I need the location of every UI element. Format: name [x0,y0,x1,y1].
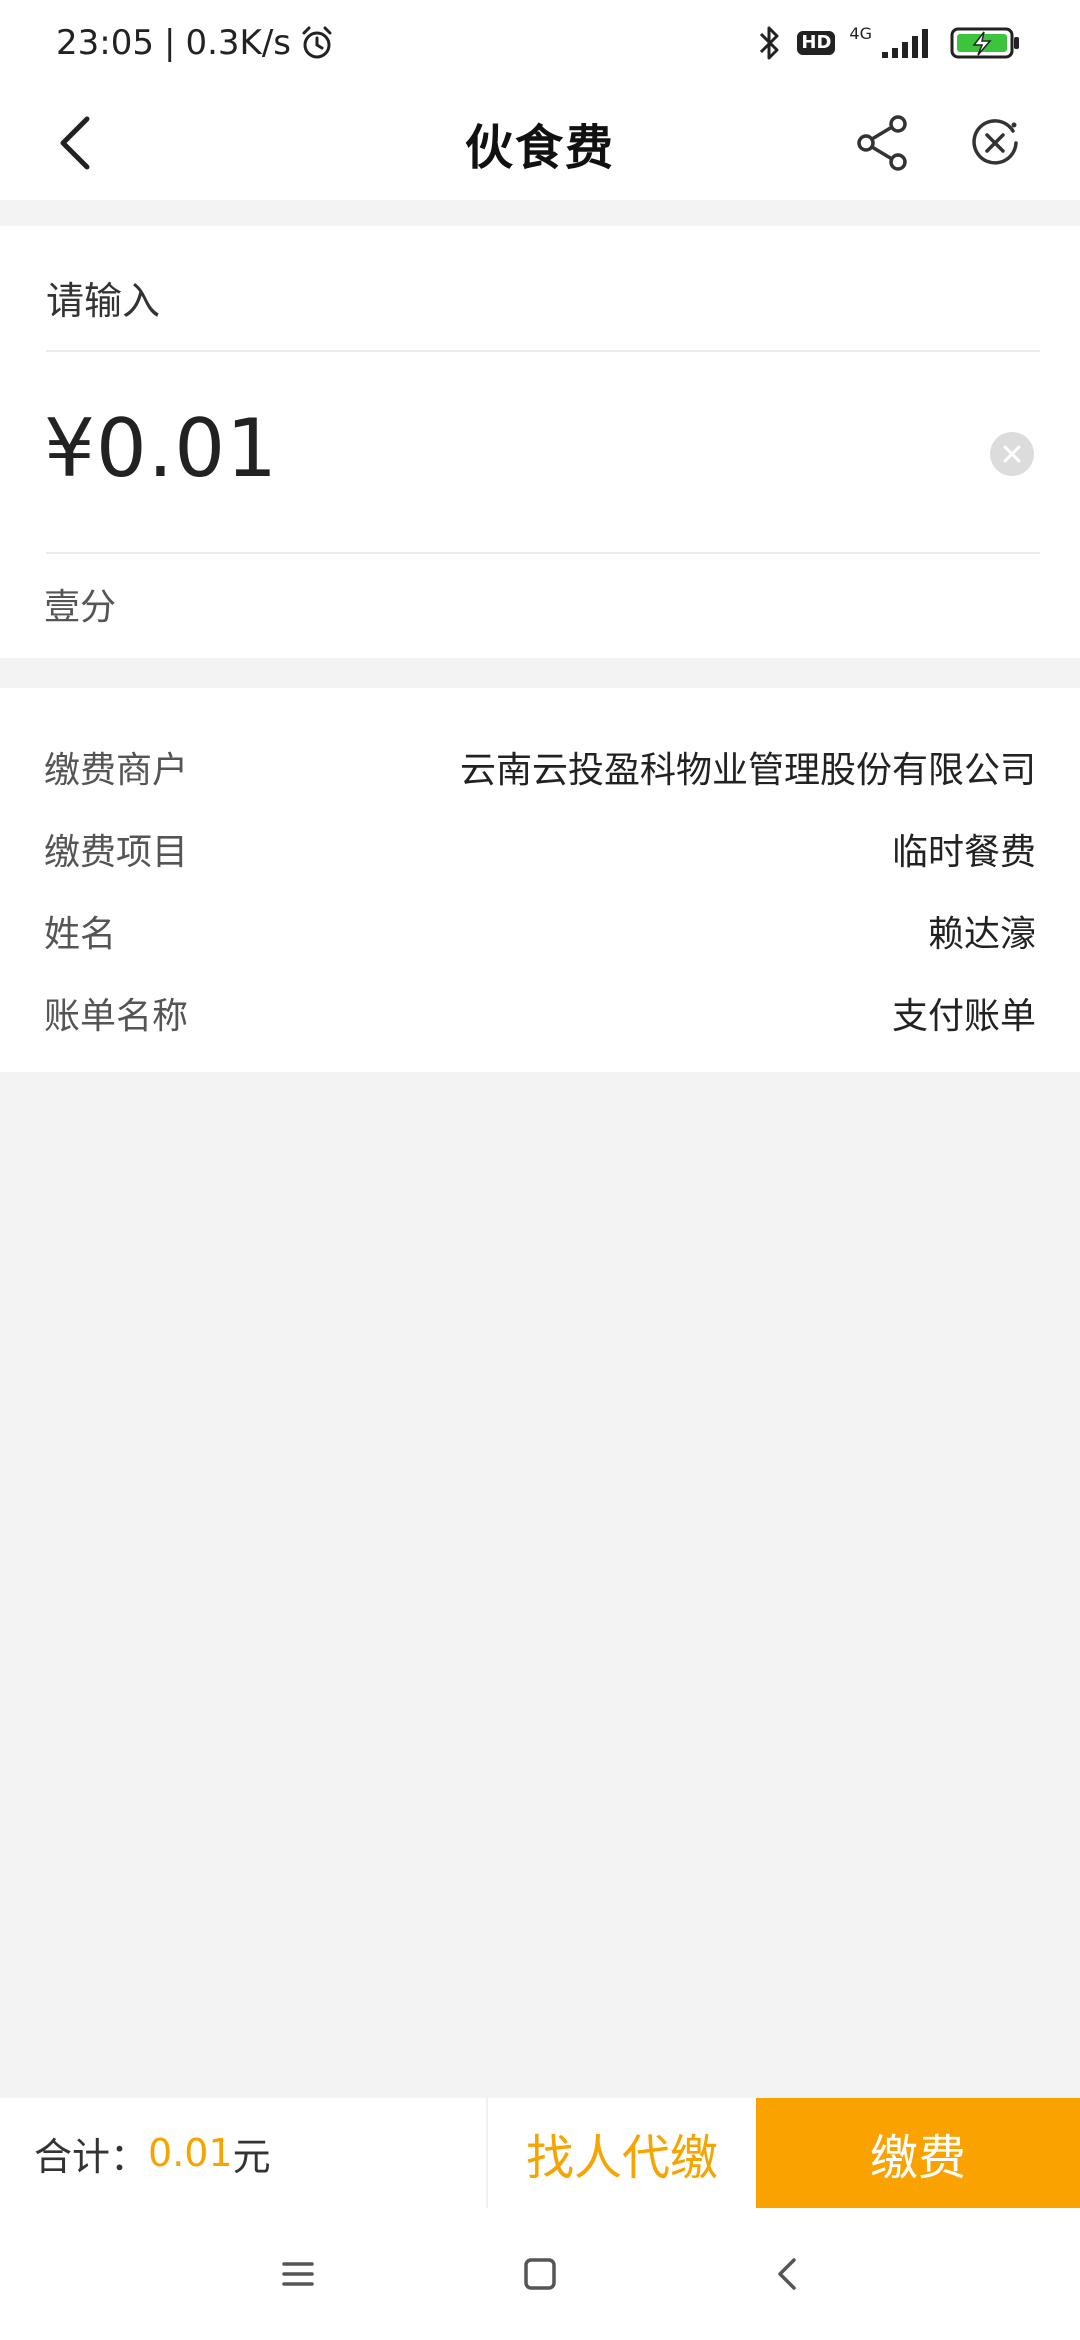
status-left: 23:05 | 0.3K/s [56,23,335,63]
menu-icon [282,2262,314,2286]
home-button[interactable] [510,2244,570,2304]
nav-bar: 伙食费 [0,86,1080,200]
clear-icon [1003,445,1021,463]
page-title: 伙食费 [464,120,615,176]
proxy-pay-button[interactable]: 找人代缴 [488,2098,756,2208]
detail-value: 临时餐费 [891,832,1036,873]
status-right: HD 4G [755,23,1022,63]
detail-row: 缴费商户 云南云投盈科物业管理股份有限公司 [44,726,1036,808]
payment-input-card: ¥0.01 壹分 [0,226,1080,658]
detail-row: 缴费项目 临时餐费 [44,808,1036,890]
screen: 23:05 | 0.3K/s HD 4G 伙食费 请输入 ¥0.01 壹分 缴费… [0,0,1080,2340]
hd-badge: HD [797,31,836,55]
detail-label: 姓名 [44,914,117,955]
menu-button[interactable] [268,2244,328,2304]
system-back-button[interactable] [758,2244,818,2304]
total-amount: 0.01 [148,2131,233,2175]
bill-details-card: 缴费商户 云南云投盈科物业管理股份有限公司 缴费项目 临时餐费 姓名 赖达濠 账… [0,688,1080,1072]
back-button[interactable] [40,108,110,178]
detail-value: 支付账单 [891,996,1036,1037]
total-unit: 元 [232,2134,271,2179]
detail-value: 赖达濠 [927,914,1036,955]
status-time: 23:05 [56,23,154,63]
status-bar: 23:05 | 0.3K/s HD 4G [0,0,1080,86]
home-square-icon [524,2258,556,2290]
system-back-icon [778,2258,796,2290]
divider [46,552,1040,554]
amount-field[interactable]: ¥0.01 [44,402,278,495]
pay-button[interactable]: 缴费 [756,2098,1080,2208]
status-net-speed: 0.3K/s [185,23,291,63]
detail-row: 姓名 赖达濠 [44,890,1036,972]
remark-input[interactable] [46,266,1036,336]
detail-label: 账单名称 [44,996,189,1037]
detail-value: 云南云投盈科物业管理股份有限公司 [459,750,1036,791]
total-area: 合计： 0.01 元 [0,2098,488,2208]
detail-label: 缴费项目 [44,832,189,873]
alarm-icon [302,26,332,59]
share-icon [857,115,907,171]
share-button[interactable] [848,108,918,178]
amount-in-words: 壹分 [44,587,117,628]
detail-label: 缴费商户 [44,750,189,791]
chevron-left-icon [60,116,90,170]
clear-amount-button[interactable] [990,432,1034,476]
total-label: 合计： [34,2134,149,2179]
status-separator: | [163,23,176,63]
amount-value: ¥0.01 [44,402,279,495]
close-button[interactable] [960,108,1030,178]
bottom-action-bar: 合计： 0.01 元 找人代缴 缴费 [0,2098,1080,2208]
detail-row: 账单名称 支付账单 [44,972,1036,1054]
battery-charging-icon [950,27,1019,59]
system-nav-bar [0,2208,1080,2340]
divider [46,350,1040,352]
signal-icon [882,29,928,58]
network-type-label: 4G [849,23,872,43]
bluetooth-icon [760,26,779,60]
close-circle-icon [972,119,1018,165]
